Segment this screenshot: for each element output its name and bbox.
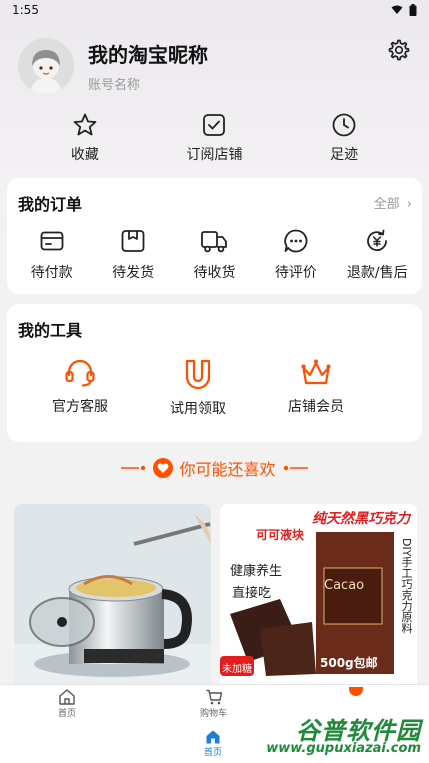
status-icons: [391, 4, 417, 16]
status-bar: 1:55: [0, 0, 429, 20]
nav-cart[interactable]: 购物车: [200, 688, 227, 719]
truck-icon: [201, 231, 228, 253]
tools-title: 我的工具: [18, 321, 83, 340]
orders-view-all[interactable]: 全部 ›: [374, 193, 412, 212]
settings-button[interactable]: [387, 38, 411, 62]
order-pending-payment[interactable]: 待付款: [14, 228, 90, 282]
nickname[interactable]: 我的淘宝昵称: [88, 39, 208, 68]
product-weight: 500g包邮: [320, 656, 378, 670]
recommend-header: 你可能还喜欢: [0, 456, 429, 480]
product-banner: 纯天然黑巧克力: [312, 511, 410, 527]
order-label: 待付款: [30, 265, 73, 281]
tool-label: 试用领取: [170, 401, 226, 417]
orders-card: 我的订单 全部 › 待付款 待发货 待收货 待评价 退款/售后: [7, 178, 422, 294]
check-square-icon: [203, 114, 226, 136]
order-label: 待收货: [193, 265, 236, 281]
quick-links: 收藏 订阅店铺 足迹: [0, 112, 429, 168]
tools-row: 官方客服 试用领取 店铺会员: [7, 358, 422, 418]
product-text-health: 健康养生: [230, 564, 283, 579]
watermark-url: www.gupuxiazai.com: [266, 741, 421, 756]
tools-card: 我的工具 官方客服 试用领取 店铺会员: [7, 304, 422, 442]
box-icon: [121, 230, 145, 252]
tool-trial-claim[interactable]: 试用领取: [139, 358, 257, 418]
tool-customer-service[interactable]: 官方客服: [21, 358, 139, 418]
nav-cart-label: 购物车: [200, 709, 228, 719]
comment-icon: [284, 229, 308, 253]
order-label: 待评价: [274, 265, 317, 281]
order-status-row: 待付款 待发货 待收货 待评价 退款/售后: [7, 228, 422, 282]
avatar[interactable]: [18, 38, 74, 94]
orders-title: 我的订单: [18, 195, 83, 214]
cart-icon: [206, 689, 222, 705]
view-all-label: 全部: [373, 197, 400, 212]
crown-icon: [301, 359, 331, 385]
nav-notification-dot: [349, 687, 363, 696]
dash-arrow-icon: [283, 465, 308, 471]
battery-icon: [409, 4, 417, 16]
product-text-eat: 直接吃: [232, 586, 272, 601]
nav-home-active-label: 首页: [204, 748, 223, 758]
product-vertical-text: DIY手工巧克力原料: [400, 538, 413, 634]
dash-arrow-icon: [121, 465, 146, 471]
heart-icon: [153, 458, 174, 478]
wallet-icon: [40, 231, 64, 251]
tool-shop-membership[interactable]: 店铺会员: [257, 358, 375, 418]
quick-link-footprints[interactable]: 足迹: [294, 112, 394, 168]
magnet-icon: [185, 359, 211, 390]
nav-home-label: 首页: [58, 709, 77, 719]
wifi-icon: [391, 5, 403, 14]
account-name: 账号名称: [88, 78, 141, 93]
product-image: [14, 504, 211, 684]
recommend-label: 你可能还喜欢: [179, 460, 276, 479]
status-time: 1:55: [12, 3, 39, 17]
product-brand: Cacao: [324, 578, 365, 593]
clock-icon: [332, 113, 356, 137]
nav-home[interactable]: 首页: [58, 688, 76, 719]
order-pending-review[interactable]: 待评价: [258, 228, 334, 282]
order-pending-receipt[interactable]: 待收货: [176, 228, 252, 282]
product-badge: 未加糖: [222, 664, 252, 675]
product-card-kettle[interactable]: [14, 504, 211, 684]
quick-link-favorites[interactable]: 收藏: [35, 112, 135, 168]
quick-link-label: 足迹: [330, 147, 359, 163]
tool-label: 店铺会员: [288, 399, 344, 415]
star-icon: [73, 113, 97, 136]
gear-icon: [388, 39, 410, 61]
product-tag: 可可液块: [256, 528, 305, 542]
headset-icon: [65, 359, 95, 387]
quick-link-subscribed-shops[interactable]: 订阅店铺: [164, 112, 264, 168]
chevron-right-icon: ›: [406, 197, 412, 212]
quick-link-label: 收藏: [70, 147, 99, 163]
profile-header: 我的淘宝昵称 账号名称: [18, 38, 413, 94]
home-icon: [59, 689, 75, 705]
refund-icon: [367, 229, 388, 252]
home-icon: [206, 730, 220, 744]
order-refund[interactable]: 退款/售后: [339, 228, 415, 282]
watermark: 谷普软件园 www.gupuxiazai.com: [225, 711, 425, 757]
tool-label: 官方客服: [52, 399, 108, 415]
order-label: 待发货: [112, 265, 155, 281]
order-label: 退款/售后: [346, 265, 408, 281]
quick-link-label: 订阅店铺: [186, 147, 243, 163]
product-card-chocolate[interactable]: 纯天然黑巧克力 可可液块 健康养生 直接吃 Cacao 500g包邮 未加糖 D…: [220, 504, 417, 684]
nav-home-active[interactable]: 首页: [204, 729, 222, 758]
order-pending-shipment[interactable]: 待发货: [95, 228, 171, 282]
